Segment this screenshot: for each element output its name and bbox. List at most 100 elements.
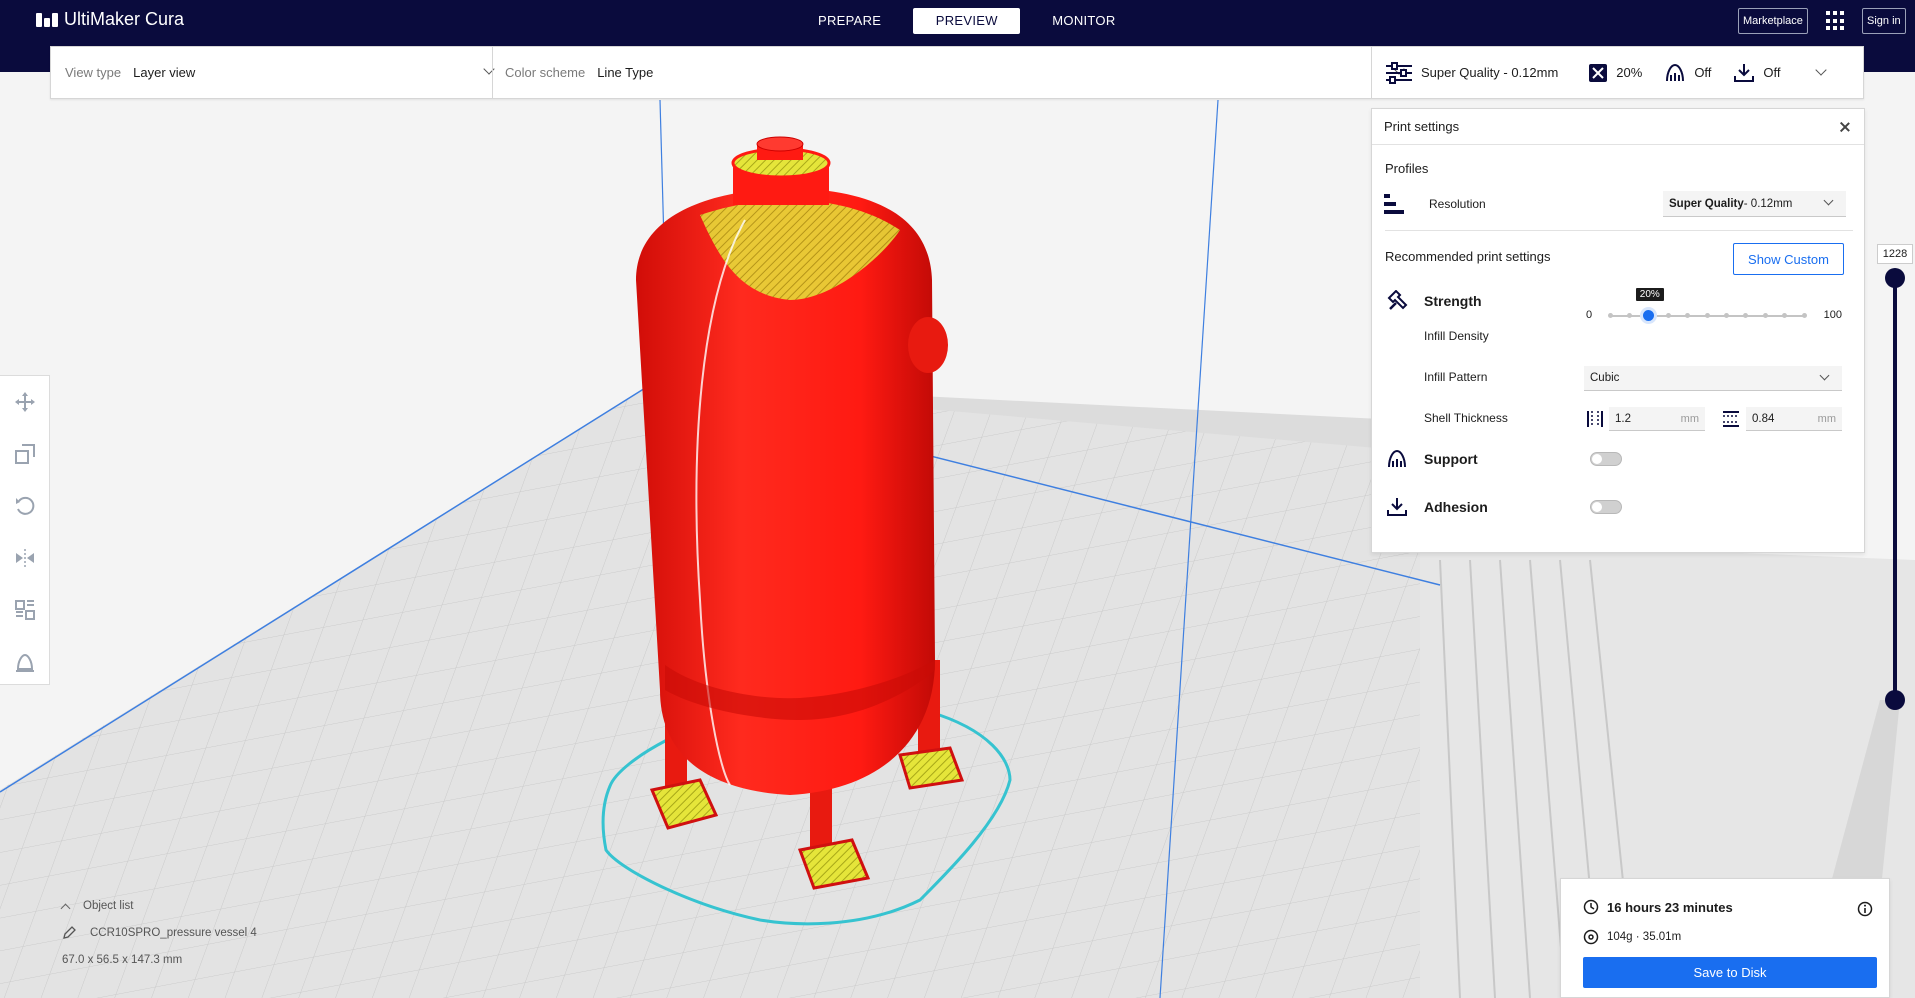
spool-icon (1583, 929, 1599, 945)
app-title: UltiMaker Cura (64, 9, 185, 29)
support-summary-text: Off (1694, 65, 1712, 80)
print-settings-summary[interactable]: Super Quality - 0.12mm 20% Off Off (1371, 47, 1827, 98)
object-list: Object list CCR10SPRO_pressure vessel 4 … (60, 900, 257, 980)
clock-icon (1583, 899, 1599, 915)
support-blocker-icon[interactable] (0, 636, 49, 688)
layer-slider-track[interactable] (1893, 269, 1897, 699)
pencil-icon (63, 926, 76, 939)
chevron-down-icon (1823, 195, 1834, 206)
profile-summary[interactable]: Super Quality - 0.12mm (1385, 61, 1559, 84)
slider-tick (1782, 313, 1788, 318)
unit-label: mm (1680, 412, 1699, 425)
object-name: CCR10SPRO_pressure vessel 4 (90, 927, 257, 939)
infill-pattern-value: Cubic (1590, 372, 1620, 384)
print-settings-panel: Print settings Profiles Resolution Super… (1371, 108, 1865, 553)
top-bottom-thickness-icon (1723, 411, 1739, 427)
slider-tick (1626, 313, 1632, 318)
object-row[interactable]: CCR10SPRO_pressure vessel 4 (62, 926, 257, 940)
infill-summary[interactable]: 20% (1588, 63, 1642, 83)
chevron-down-icon[interactable] (1814, 63, 1827, 76)
settings-sliders-icon (1386, 61, 1412, 84)
tab-preview[interactable]: PREVIEW (913, 8, 1021, 34)
show-custom-button[interactable]: Show Custom (1733, 243, 1844, 275)
material-usage: 104g · 35.01m (1607, 931, 1682, 943)
tab-prepare[interactable]: PREPARE (800, 8, 899, 34)
adhesion-toggle[interactable] (1590, 500, 1622, 514)
object-list-label: Object list (83, 900, 134, 912)
strength-label: Strength (1424, 293, 1482, 309)
layer-slider-top-handle[interactable] (1885, 268, 1905, 288)
wall-thickness-icon (1587, 411, 1603, 427)
adhesion-summary-text: Off (1763, 65, 1781, 80)
infill-pattern-select[interactable]: Cubic (1584, 366, 1842, 391)
info-icon[interactable] (1857, 901, 1873, 917)
adhesion-label: Adhesion (1424, 499, 1488, 515)
infill-value-tooltip: 20% (1635, 288, 1664, 301)
slider-tick (1685, 313, 1691, 318)
adhesion-icon (1734, 63, 1755, 82)
support-icon (1388, 449, 1406, 468)
save-to-disk-button[interactable]: Save to Disk (1583, 957, 1877, 988)
app-logo: UltiMaker Cura (36, 9, 184, 30)
resolution-row: Resolution Super Quality - 0.12mm (1372, 189, 1866, 219)
ultimaker-logo-icon (36, 12, 58, 27)
slider-thumb[interactable] (1640, 307, 1658, 324)
top-bottom-thickness-input[interactable]: 0.84 mm (1746, 407, 1842, 431)
profiles-label: Profiles (1385, 161, 1429, 176)
profile-summary-text: Super Quality - 0.12mm (1421, 65, 1559, 80)
close-icon[interactable] (1838, 120, 1852, 134)
scale-icon[interactable] (0, 428, 49, 480)
material-row: 104g · 35.01m (1583, 929, 1681, 945)
wall-thickness-input[interactable]: 1.2 mm (1609, 407, 1705, 431)
per-model-settings-icon[interactable] (0, 584, 49, 636)
rotate-icon[interactable] (0, 480, 49, 532)
infill-density-slider[interactable]: 0 20% 100 (1584, 288, 1842, 331)
color-scheme-label: Color scheme (505, 65, 586, 80)
sign-in-button[interactable]: Sign in (1862, 8, 1906, 34)
layer-slider-bottom-handle[interactable] (1885, 690, 1905, 710)
slider-tick (1762, 313, 1768, 318)
color-scheme-value: Line Type (597, 65, 654, 80)
view-type-label: View type (65, 65, 122, 80)
top-bottom-thickness-value: 0.84 (1752, 412, 1775, 425)
chevron-down-icon (1819, 370, 1830, 381)
tab-monitor[interactable]: MONITOR (1034, 8, 1133, 34)
resolution-label: Resolution (1429, 197, 1486, 211)
resolution-select[interactable]: Super Quality - 0.12mm (1663, 191, 1846, 217)
wall-thickness-value: 1.2 (1615, 412, 1631, 425)
move-icon[interactable] (0, 376, 49, 428)
resolution-value-bold: Super Quality (1669, 197, 1744, 210)
slider-tick (1801, 313, 1807, 318)
apps-grid-icon[interactable] (1826, 11, 1846, 31)
adhesion-row: Adhesion (1372, 495, 1866, 519)
color-scheme-selector[interactable]: Color scheme Line Type (505, 47, 1405, 98)
support-summary[interactable]: Off (1664, 62, 1711, 84)
mirror-icon[interactable] (0, 532, 49, 584)
view-type-selector[interactable]: View type Layer view (65, 47, 495, 98)
marketplace-button[interactable]: Marketplace (1738, 8, 1808, 34)
tool-panel (0, 375, 50, 685)
view-type-value: Layer view (133, 65, 196, 80)
resolution-icon (1384, 194, 1404, 214)
layer-number-input[interactable]: 1228 (1877, 244, 1913, 264)
infill-min-label: 0 (1586, 309, 1593, 321)
object-list-header[interactable]: Object list (60, 900, 257, 913)
chevron-up-icon (60, 903, 71, 913)
panel-title: Print settings (1384, 119, 1460, 134)
resolution-value-rest: - 0.12mm (1743, 197, 1793, 210)
unit-label: mm (1817, 412, 1836, 425)
infill-icon (1589, 63, 1608, 82)
slider-tick (1723, 313, 1729, 318)
object-dimensions: 67.0 x 56.5 x 147.3 mm (62, 954, 183, 966)
support-toggle[interactable] (1590, 452, 1622, 466)
support-row: Support (1372, 447, 1866, 471)
hammer-icon (1387, 290, 1408, 310)
shell-thickness-label: Shell Thickness (1424, 411, 1508, 425)
adhesion-summary[interactable]: Off (1733, 62, 1781, 84)
infill-pattern-label: Infill Pattern (1424, 370, 1488, 384)
slider-tick (1665, 313, 1671, 318)
print-time: 16 hours 23 minutes (1607, 899, 1733, 915)
adhesion-icon (1387, 498, 1407, 516)
support-icon (1666, 63, 1685, 81)
recommended-label: Recommended print settings (1385, 249, 1551, 264)
